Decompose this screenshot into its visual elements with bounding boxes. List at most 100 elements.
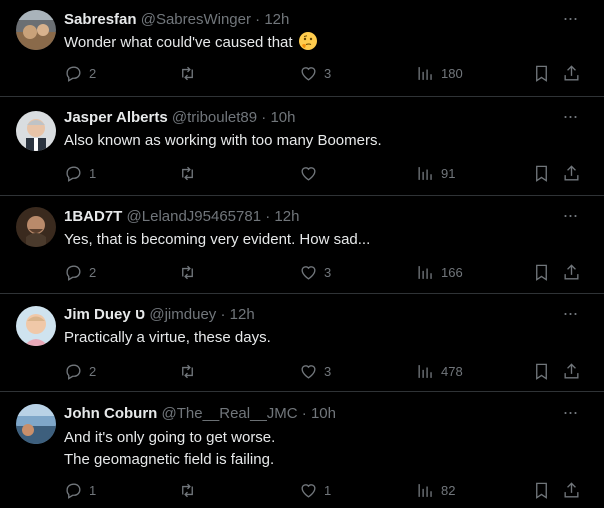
avatar[interactable] <box>16 10 56 50</box>
tweet-text-line: And it's only going to get worse. <box>64 429 276 446</box>
bookmark-button[interactable] <box>532 361 551 381</box>
user-handle[interactable]: @triboulet89 <box>172 109 257 126</box>
bookmark-button[interactable] <box>532 163 551 183</box>
user-handle[interactable]: @The__Real__JMC <box>162 405 298 422</box>
reply-button[interactable]: 2 <box>64 361 96 381</box>
tweet[interactable]: 1BAD7T @LelandJ95465781 · 12h ··· Yes, t… <box>0 196 604 294</box>
display-name[interactable]: Sabresfan <box>64 11 137 28</box>
display-name[interactable]: Jim Duey ט <box>64 306 145 323</box>
like-button[interactable]: 1 <box>299 480 331 500</box>
more-icon[interactable]: ··· <box>560 304 580 327</box>
heart-icon <box>301 66 316 81</box>
share-button[interactable] <box>562 63 581 83</box>
views-icon <box>418 265 432 279</box>
display-name[interactable]: 1BAD7T <box>64 208 122 225</box>
reply-count: 1 <box>89 482 97 498</box>
like-button[interactable]: 3 <box>299 361 331 381</box>
thinking-face-emoji-icon <box>298 32 317 50</box>
timestamp[interactable]: 12h <box>264 11 289 28</box>
timestamp[interactable]: 12h <box>230 306 255 323</box>
tweet-actions: 2 3 180 <box>64 63 580 83</box>
like-button[interactable] <box>299 163 324 183</box>
reply-button[interactable]: 1 <box>64 480 96 500</box>
share-icon <box>564 164 579 181</box>
tweet-actions: 1 91 <box>64 163 580 183</box>
tweet[interactable]: Jim Duey ט @jimduey · 12h ··· Practicall… <box>0 294 604 392</box>
bookmark-icon <box>536 165 547 182</box>
tweet-header: Jasper Alberts @triboulet89 · 10h <box>64 108 564 128</box>
retweet-button[interactable] <box>178 63 203 83</box>
bookmark-icon <box>536 65 547 82</box>
retweet-button[interactable] <box>178 361 203 381</box>
tweet[interactable]: John Coburn @The__Real__JMC · 10h ··· An… <box>0 392 604 508</box>
avatar[interactable] <box>16 404 56 444</box>
views-icon <box>418 66 432 80</box>
reply-icon <box>66 482 81 499</box>
views-icon <box>418 483 432 497</box>
timestamp[interactable]: 10h <box>270 109 295 126</box>
tweet-header: John Coburn @The__Real__JMC · 10h <box>64 404 564 424</box>
bookmark-button[interactable] <box>532 262 551 282</box>
share-button[interactable] <box>562 480 581 500</box>
bookmark-icon <box>536 482 547 499</box>
views-count: 180 <box>441 65 463 81</box>
timestamp[interactable]: 10h <box>311 405 336 422</box>
reply-button[interactable]: 2 <box>64 262 96 282</box>
views-count: 478 <box>441 363 463 379</box>
retweet-icon <box>182 66 193 80</box>
heart-icon <box>301 364 316 379</box>
views-button[interactable]: 478 <box>416 361 463 381</box>
user-handle[interactable]: @LelandJ95465781 <box>127 208 262 225</box>
tweet-text: Practically a virtue, these days. <box>64 327 580 349</box>
separator-dot: · <box>265 208 271 225</box>
retweet-button[interactable] <box>178 262 203 282</box>
avatar[interactable] <box>16 306 56 346</box>
tweet-text: Yes, that is becoming very evident. How … <box>64 229 580 251</box>
separator-dot: · <box>255 11 261 28</box>
tweet-actions: 2 3 478 <box>64 361 580 381</box>
timestamp[interactable]: 12h <box>274 208 299 225</box>
share-icon <box>564 64 579 81</box>
views-button[interactable]: 91 <box>416 163 455 183</box>
views-button[interactable]: 82 <box>416 480 455 500</box>
share-button[interactable] <box>562 163 581 183</box>
views-button[interactable]: 166 <box>416 262 463 282</box>
tweet-text-line: Yes, that is becoming very evident. How … <box>64 231 371 248</box>
more-icon[interactable]: ··· <box>560 403 580 426</box>
reply-button[interactable]: 2 <box>64 63 96 83</box>
reply-count: 1 <box>89 165 97 181</box>
retweet-icon <box>182 265 193 279</box>
tweet-header: Jim Duey ט @jimduey · 12h <box>64 305 564 325</box>
reply-count: 2 <box>89 264 97 280</box>
tweet[interactable]: Jasper Alberts @triboulet89 · 10h ··· Al… <box>0 97 604 196</box>
like-count: 3 <box>324 65 332 81</box>
bookmark-icon <box>536 363 547 380</box>
more-icon[interactable]: ··· <box>560 107 580 130</box>
views-count: 82 <box>441 482 456 498</box>
avatar[interactable] <box>16 111 56 151</box>
like-button[interactable]: 3 <box>299 63 331 83</box>
user-handle[interactable]: @SabresWinger <box>141 11 251 28</box>
share-icon <box>564 362 579 379</box>
share-button[interactable] <box>562 262 581 282</box>
avatar[interactable] <box>16 207 56 247</box>
user-handle[interactable]: @jimduey <box>149 306 216 323</box>
retweet-button[interactable] <box>178 480 203 500</box>
tweet[interactable]: Sabresfan @SabresWinger · 12h ··· Wonder… <box>0 0 604 97</box>
separator-dot: · <box>261 109 267 126</box>
bookmark-button[interactable] <box>532 63 551 83</box>
views-button[interactable]: 180 <box>416 63 463 83</box>
more-icon[interactable]: ··· <box>560 206 580 229</box>
retweet-button[interactable] <box>178 163 203 183</box>
tweet-text: Wonder what could've caused that <box>64 32 580 54</box>
more-icon[interactable]: ··· <box>560 9 580 32</box>
heart-icon <box>301 166 316 181</box>
display-name[interactable]: John Coburn <box>64 405 157 422</box>
views-icon <box>418 364 432 378</box>
share-icon <box>564 481 579 498</box>
reply-button[interactable]: 1 <box>64 163 96 183</box>
display-name[interactable]: Jasper Alberts <box>64 109 168 126</box>
share-button[interactable] <box>562 361 581 381</box>
like-button[interactable]: 3 <box>299 262 331 282</box>
bookmark-button[interactable] <box>532 480 551 500</box>
